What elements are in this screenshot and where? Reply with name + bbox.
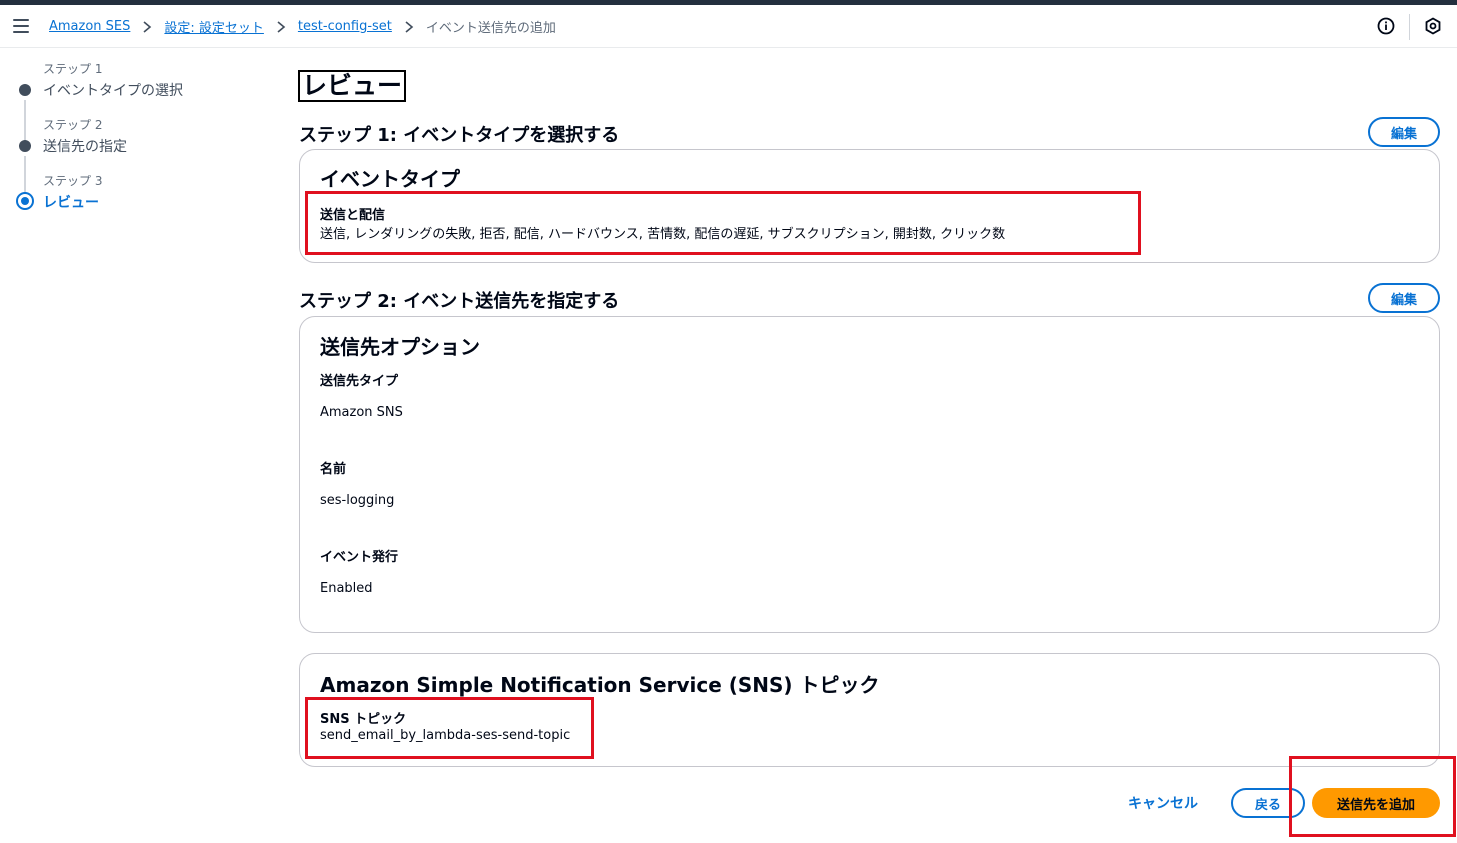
chevron-right-icon: [404, 20, 414, 33]
step-1-number: ステップ 1: [43, 62, 103, 76]
breadcrumb-amazon-ses[interactable]: Amazon SES: [49, 19, 130, 34]
chevron-right-icon: [142, 20, 152, 33]
highlight-box: [305, 191, 1141, 255]
step-1-title: イベントタイプの選択: [43, 83, 183, 99]
name-label: 名前: [320, 462, 347, 477]
step-1: ステップ 1 イベントタイプの選択: [15, 60, 265, 144]
destination-type-value: Amazon SNS: [320, 405, 403, 420]
step-2: ステップ 2 送信先の指定: [15, 116, 265, 200]
header: Amazon SES 設定: 設定セット test-config-set イベン…: [0, 5, 1457, 48]
step-3-number: ステップ 3: [43, 174, 103, 188]
highlight-box: [305, 697, 594, 759]
breadcrumb: Amazon SES 設定: 設定セット test-config-set イベン…: [49, 17, 556, 36]
step-3: ステップ 3 レビュー: [15, 172, 265, 228]
step-2-number: ステップ 2: [43, 118, 103, 132]
breadcrumb-current: イベント送信先の追加: [425, 21, 556, 36]
destination-options-title: 送信先オプション: [320, 335, 480, 359]
destination-type-label: 送信先タイプ: [320, 374, 399, 389]
menu-icon[interactable]: [13, 19, 29, 33]
page-title: レビュー: [298, 70, 407, 102]
step-2-dot-icon: [19, 140, 31, 152]
event-publishing-label: イベント発行: [320, 550, 399, 565]
highlight-box: [1289, 756, 1456, 837]
chevron-right-icon: [276, 20, 286, 33]
settings-hex-icon[interactable]: [1424, 17, 1442, 35]
header-divider: [1409, 14, 1410, 40]
step2-edit-button[interactable]: 編集: [1368, 283, 1440, 313]
breadcrumb-config-sets[interactable]: 設定: 設定セット: [164, 17, 264, 36]
step1-heading: ステップ 1: イベントタイプを選択する: [299, 125, 620, 146]
sns-topic-card-title: Amazon Simple Notification Service (SNS)…: [320, 673, 880, 697]
wizard-steps: ステップ 1 イベントタイプの選択 ステップ 2 送信先の指定 ステップ 3 レ…: [15, 60, 265, 228]
breadcrumb-config-set[interactable]: test-config-set: [298, 19, 392, 34]
step-1-dot-icon: [19, 84, 31, 96]
destination-options-card: 送信先オプション 送信先タイプ Amazon SNS 名前 ses-loggin…: [299, 316, 1440, 633]
step1-edit-button[interactable]: 編集: [1368, 117, 1440, 147]
info-icon[interactable]: [1377, 17, 1395, 35]
event-type-card-title: イベントタイプ: [320, 167, 460, 191]
name-value: ses-logging: [320, 493, 395, 508]
step-3-title: レビュー: [43, 195, 99, 211]
step2-heading: ステップ 2: イベント送信先を指定する: [299, 291, 620, 312]
step-3-current-icon: [16, 192, 34, 210]
cancel-button[interactable]: キャンセル: [1128, 793, 1198, 813]
step-2-title: 送信先の指定: [43, 139, 127, 155]
event-publishing-value: Enabled: [320, 581, 373, 596]
